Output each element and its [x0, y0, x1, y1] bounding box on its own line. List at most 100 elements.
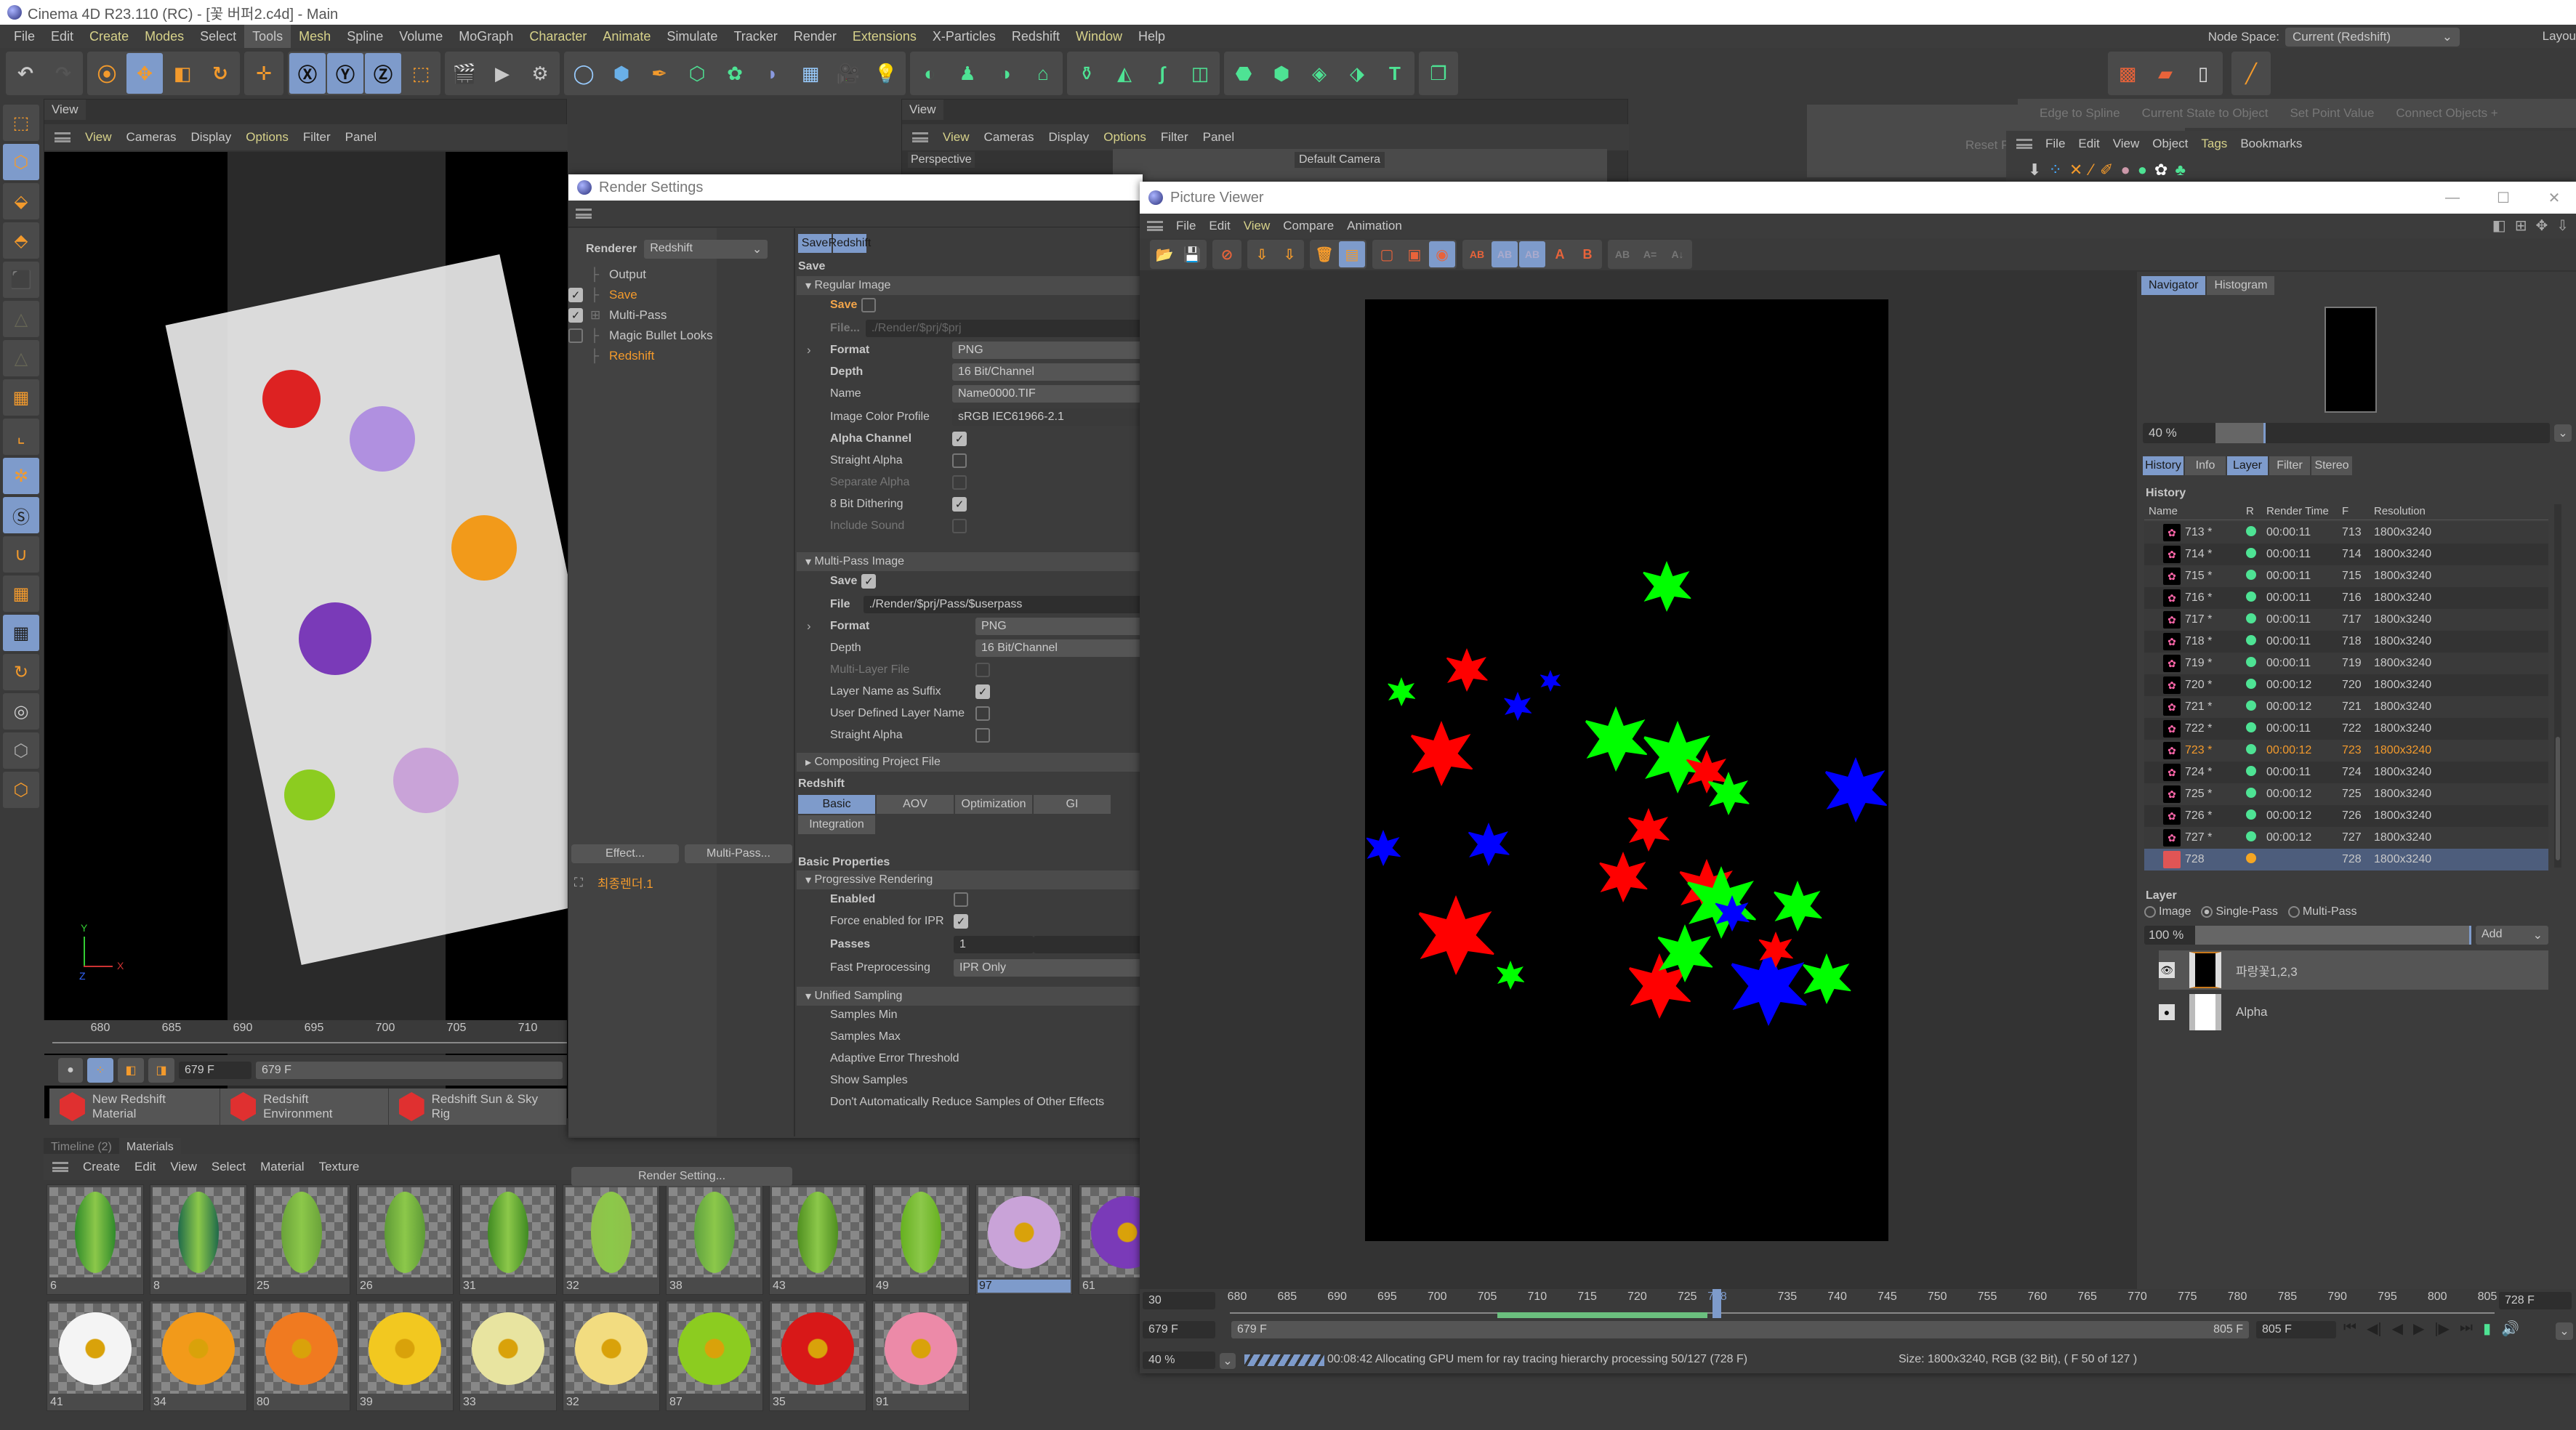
history-row[interactable]: ✿ 725 * 00:00:12 725 1800x3240 [2144, 783, 2548, 805]
frame-range-slider[interactable]: 679 F [256, 1062, 563, 1079]
box-wire-icon[interactable]: ⬡ [3, 772, 39, 808]
tab-save[interactable]: Save [798, 234, 832, 253]
force-ipr-checkbox[interactable]: ✓ [954, 914, 968, 929]
zoom-slider[interactable]: 40 % [2143, 423, 2550, 443]
pen-icon[interactable]: ✒ [641, 53, 677, 94]
menu-tracker[interactable]: Tracker [725, 25, 785, 48]
redshift-tab-aov[interactable]: AOV [877, 795, 954, 814]
col-r[interactable]: R [2246, 505, 2266, 517]
menu-tools[interactable]: Tools [244, 25, 291, 48]
object-menu-bookmarks[interactable]: Bookmarks [2240, 137, 2302, 151]
set-a-icon[interactable]: A [1547, 241, 1573, 267]
material-thumbnail[interactable]: 35 [769, 1301, 866, 1411]
current-frame-field[interactable]: 679 F [179, 1062, 251, 1079]
tab-stereo[interactable]: Stereo [2311, 456, 2352, 475]
hamburger-icon[interactable] [55, 132, 71, 142]
multipass-depth-dropdown[interactable]: 16 Bit/Channel [975, 639, 1143, 657]
tab-history[interactable]: History [2143, 456, 2183, 475]
passes-field[interactable]: 1 [954, 936, 1034, 953]
stop-render-icon[interactable]: ⊘ [1214, 241, 1240, 267]
material-thumbnail[interactable]: 6 [47, 1184, 144, 1295]
filmstrip-record-icon[interactable]: ▮ [2483, 1320, 2491, 1338]
hamburger-icon[interactable] [2016, 139, 2032, 149]
panel-toggle-icon[interactable]: ◧ [2492, 217, 2506, 235]
pv-menu-edit[interactable]: Edit [1209, 219, 1230, 233]
history-scrollbar[interactable] [2554, 504, 2561, 868]
render-settings-icon[interactable]: ⚙ [522, 53, 558, 94]
history-row[interactable]: ✿ 716 * 00:00:11 716 1800x3240 [2144, 587, 2548, 609]
rotate-icon[interactable]: ↻ [202, 53, 238, 94]
material-thumbnail[interactable]: 61 [1079, 1184, 1141, 1295]
command-edge-to-spline[interactable]: Edge to Spline [2040, 106, 2120, 121]
transform-icon[interactable]: ✛ [246, 53, 282, 94]
history-row[interactable]: ✿ 722 * 00:00:11 722 1800x3240 [2144, 718, 2548, 740]
render-view-icon[interactable]: 🎬 [446, 53, 483, 94]
viewport-menu-panel[interactable]: Panel [345, 130, 377, 145]
convert-selection-icon[interactable]: △ [3, 301, 39, 337]
folder-icon[interactable]: ▰ [2147, 53, 2183, 94]
redshift-tab-basic[interactable]: Basic [798, 795, 875, 814]
menu-select[interactable]: Select [192, 25, 244, 48]
object-menu-file[interactable]: File [2045, 137, 2065, 151]
materials-menu-view[interactable]: View [170, 1160, 197, 1174]
redshift-tab-gi[interactable]: GI [1034, 795, 1111, 814]
menu-file[interactable]: File [6, 25, 43, 48]
rock-icon[interactable]: ● [2120, 161, 2130, 179]
history-row[interactable]: ✿ 727 * 00:00:12 727 1800x3240 [2144, 827, 2548, 849]
viewport-menu-cameras[interactable]: Cameras [984, 130, 1034, 145]
redshift-button-redshift-environment[interactable]: Redshift Environment [220, 1088, 389, 1125]
history-row[interactable]: ✿ 715 * 00:00:11 715 1800x3240 [2144, 565, 2548, 587]
history-row[interactable]: ✿ 718 * 00:00:11 718 1800x3240 [2144, 631, 2548, 653]
fracture-icon[interactable]: ◈ [1301, 53, 1337, 94]
menu-modes[interactable]: Modes [137, 25, 192, 48]
material-thumbnail[interactable]: 33 [459, 1301, 557, 1411]
menu-mesh[interactable]: Mesh [291, 25, 339, 48]
tree-checkbox[interactable]: ✓ [568, 308, 583, 323]
sphere-generator-icon[interactable]: ◐ [911, 53, 948, 94]
maximize-button[interactable]: ☐ [2482, 189, 2525, 207]
cube-icon[interactable]: ⬢ [603, 53, 640, 94]
format-dropdown[interactable]: PNG [952, 342, 1143, 359]
checkbox[interactable]: ✓ [952, 497, 967, 512]
checkbox[interactable] [975, 728, 990, 743]
viewport-menu-options[interactable]: Options [246, 130, 289, 145]
default-camera-label[interactable]: Default Camera [1295, 152, 1385, 168]
viewport-menu-display[interactable]: Display [1049, 130, 1090, 145]
material-thumbnail[interactable]: 39 [356, 1301, 454, 1411]
menu-create[interactable]: Create [81, 25, 137, 48]
tab-layer[interactable]: Layer [2227, 456, 2268, 475]
hamburger-icon[interactable] [1147, 221, 1163, 231]
axis-mode-icon[interactable]: ⌞ [3, 419, 39, 455]
viewport-menu-options[interactable]: Options [1103, 130, 1146, 145]
materials-menu-edit[interactable]: Edit [134, 1160, 156, 1174]
hamburger-icon[interactable] [576, 208, 592, 222]
hair-icon[interactable]: ⬗ [1339, 53, 1375, 94]
next-key-icon[interactable]: |▶ [2434, 1320, 2450, 1338]
layer-mode-image[interactable]: Image [2144, 905, 2191, 918]
col-render-time[interactable]: Render Time [2266, 505, 2342, 517]
frame-range-slider[interactable]: 679 F 805 F [1231, 1321, 2249, 1338]
subdivision-icon[interactable]: ⬡ [679, 53, 715, 94]
checkbox[interactable] [975, 706, 990, 721]
node-space-dropdown[interactable]: Current (Redshift) ⌄ [2285, 28, 2460, 47]
compositing-section[interactable]: ▸ Compositing Project File [797, 753, 1143, 772]
model-mode-icon[interactable]: ⬡ [3, 144, 39, 180]
menu-edit[interactable]: Edit [43, 25, 81, 48]
options-dropdown[interactable]: ⌄ [2556, 1322, 2573, 1340]
set-b-icon[interactable]: B [1574, 241, 1601, 267]
layer-opacity-value[interactable]: 100 % [2144, 926, 2195, 945]
layer-mode-single-pass[interactable]: Single-Pass [2201, 905, 2278, 918]
light-icon[interactable]: 💡 [868, 53, 904, 94]
zoom-dropdown[interactable]: ⌄ [2554, 424, 2572, 442]
multipass-image-section[interactable]: ▾ Multi-Pass Image [797, 552, 1143, 571]
move-icon[interactable]: ✥ [126, 53, 163, 94]
menu-mograph[interactable]: MoGraph [451, 25, 521, 48]
set-selection-icon[interactable]: △ [3, 340, 39, 376]
lathe-icon[interactable]: ⚱ [1068, 53, 1105, 94]
uv-mode-icon[interactable]: ▦ [3, 379, 39, 416]
viewport-menu-view[interactable]: View [943, 130, 970, 145]
hamburger-icon[interactable] [52, 1162, 68, 1172]
materials-menu-texture[interactable]: Texture [319, 1160, 360, 1174]
channel-g-icon[interactable]: ▣ [1401, 241, 1428, 267]
menu-volume[interactable]: Volume [391, 25, 451, 48]
